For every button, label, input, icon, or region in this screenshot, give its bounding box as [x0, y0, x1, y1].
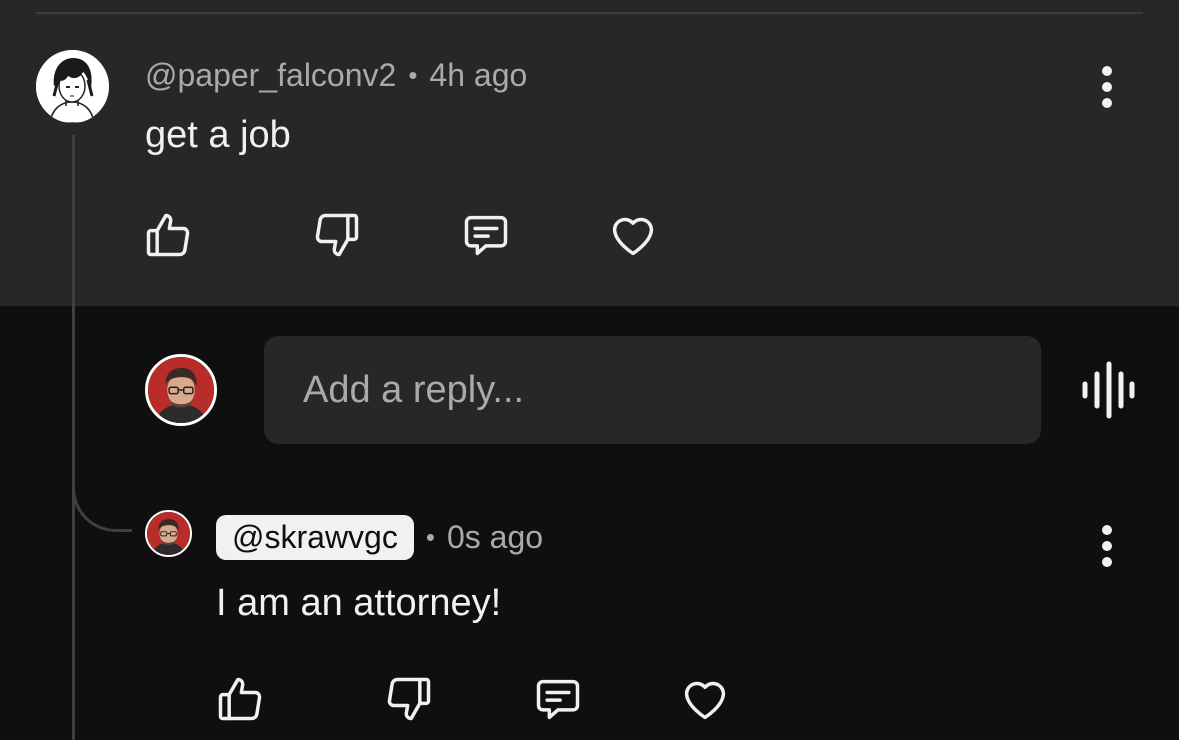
comment-timestamp: 4h ago: [429, 56, 528, 93]
reply-timestamp: 0s ago: [446, 518, 544, 555]
meta-separator: •: [408, 59, 418, 90]
reply-input-container[interactable]: [264, 336, 1041, 444]
comment-more-button[interactable]: [1085, 57, 1129, 117]
anime-character-avatar-icon: [36, 50, 109, 123]
comment-author-handle[interactable]: @paper_falconv2: [145, 57, 396, 94]
heart-icon: [612, 217, 654, 256]
dislike-button[interactable]: [377, 667, 441, 731]
comment-meta: @paper_falconv2 • 4h ago: [145, 54, 527, 96]
like-icon: [218, 677, 262, 721]
divider: [36, 12, 1143, 14]
thread-connector: [72, 470, 132, 532]
voice-search-button[interactable]: [1080, 360, 1136, 420]
like-button[interactable]: [136, 203, 200, 267]
comment-text: get a job: [145, 114, 291, 156]
thread-line: [72, 135, 75, 740]
current-user-avatar: [145, 354, 217, 426]
kebab-menu-icon: [1102, 66, 1112, 108]
reply-input[interactable]: [301, 367, 1041, 413]
reply-author-handle[interactable]: @skrawvgc: [216, 514, 414, 560]
dislike-button[interactable]: [305, 203, 369, 267]
dislike-icon: [315, 213, 359, 257]
reply-text: I am an attorney!: [216, 582, 502, 624]
comment-author-avatar[interactable]: [36, 50, 109, 123]
meta-separator: •: [425, 521, 435, 552]
reply-button[interactable]: [454, 203, 518, 267]
reply-button[interactable]: [526, 667, 590, 731]
reply-more-button[interactable]: [1085, 516, 1129, 576]
voice-search-icon: [1082, 361, 1135, 419]
heart-button[interactable]: [673, 667, 737, 731]
reply-meta: @skrawvgc • 0s ago: [216, 511, 543, 563]
user-avatar-icon: [147, 512, 190, 555]
heart-icon: [684, 681, 726, 720]
user-avatar-icon: [148, 357, 214, 423]
reply-author-avatar[interactable]: [145, 510, 192, 557]
reply-icon: [464, 215, 508, 256]
like-button[interactable]: [208, 667, 272, 731]
like-icon: [146, 213, 190, 257]
kebab-menu-icon: [1102, 525, 1112, 567]
dislike-icon: [387, 677, 431, 721]
heart-button[interactable]: [601, 203, 665, 267]
reply-icon: [536, 679, 580, 720]
